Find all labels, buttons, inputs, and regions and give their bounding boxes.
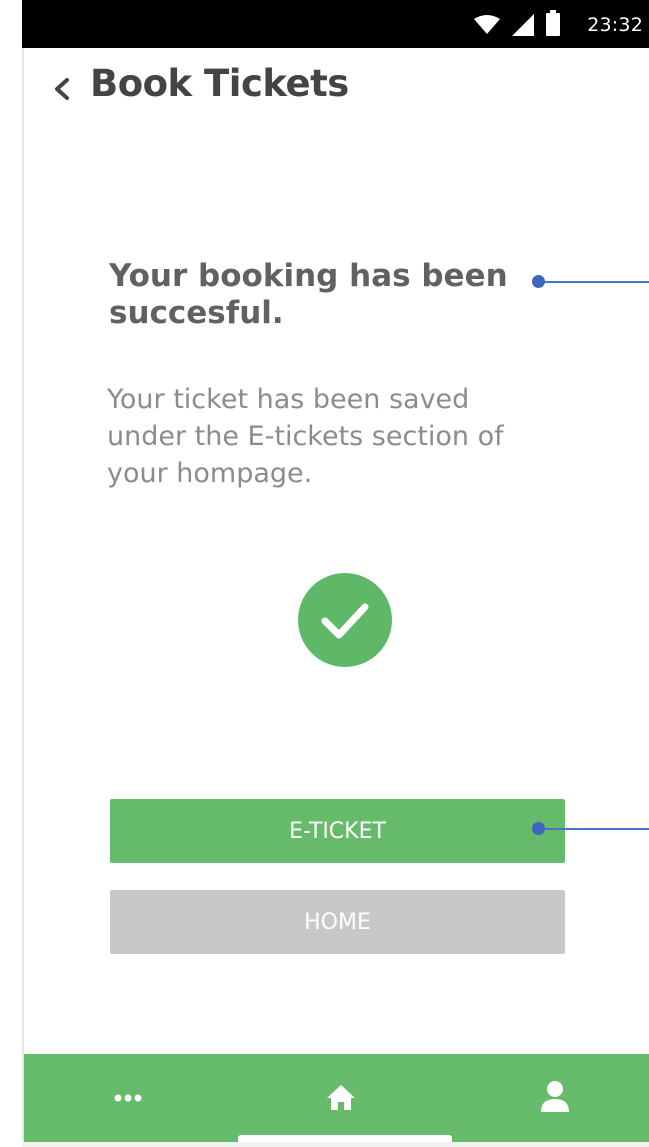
annotation-dot-eticket	[532, 822, 545, 835]
more-dots-icon[interactable]	[114, 1093, 142, 1103]
battery-icon	[546, 10, 560, 36]
status-bar: 23:32	[22, 0, 649, 48]
confirmation-headline: Your booking has been succesful.	[109, 258, 508, 331]
annotation-line-eticket	[540, 828, 649, 830]
check-circle-icon	[298, 573, 392, 667]
signal-icon	[512, 14, 534, 36]
chevron-left-icon[interactable]	[52, 78, 72, 100]
bottom-navigation	[22, 1054, 649, 1142]
home-button[interactable]: HOME	[110, 890, 565, 954]
status-time: 23:32	[587, 14, 643, 36]
confirmation-message: Your ticket has been saved under the E-t…	[107, 384, 504, 489]
active-tab-indicator	[238, 1135, 452, 1142]
phone-screen: 23:32 Book Tickets Your booking has been…	[22, 0, 649, 1147]
annotation-line-headline	[540, 281, 649, 283]
home-icon[interactable]	[326, 1083, 356, 1111]
annotation-dot-headline	[532, 275, 545, 288]
user-icon[interactable]	[540, 1080, 570, 1112]
wifi-icon	[474, 15, 500, 34]
page-title: Book Tickets	[90, 62, 349, 105]
home-button-label: HOME	[304, 909, 371, 935]
eticket-button-label: E-TICKET	[289, 818, 386, 844]
eticket-button[interactable]: E-TICKET	[110, 799, 565, 863]
bottom-edge	[22, 1142, 649, 1147]
screen-left-edge	[22, 48, 24, 1142]
app-header: Book Tickets	[22, 48, 649, 128]
